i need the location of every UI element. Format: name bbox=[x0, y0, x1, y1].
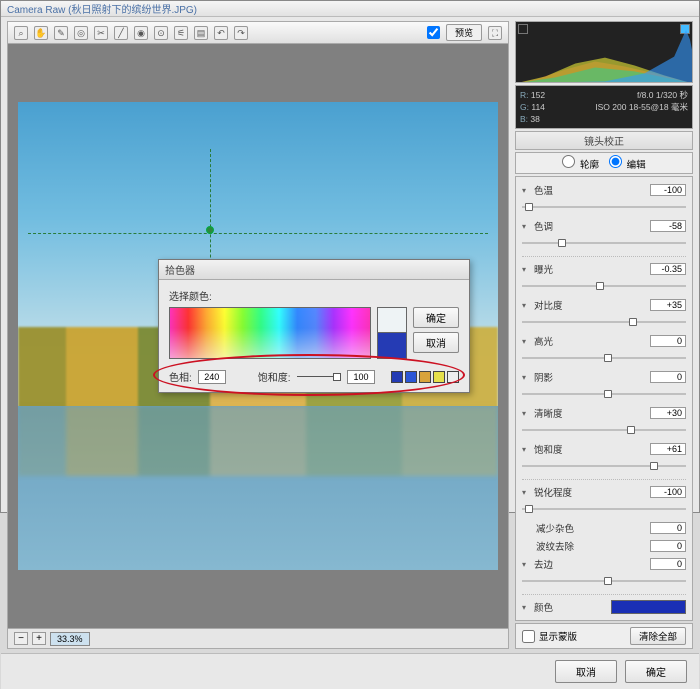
picker-sat-slider[interactable] bbox=[297, 373, 341, 381]
crop-tool-icon[interactable]: ✂ bbox=[94, 26, 108, 40]
straighten-tool-icon[interactable]: ╱ bbox=[114, 26, 128, 40]
left-panel: ⌕ ✋ ✎ ◎ ✂ ╱ ◉ ⊙ ⚟ ▤ ↶ ↷ 预览 ⛶ bbox=[7, 21, 509, 649]
label-exposure: 曝光 bbox=[534, 262, 646, 276]
swatch[interactable] bbox=[433, 371, 445, 383]
slider-highlights[interactable] bbox=[522, 354, 686, 362]
picker-current-color bbox=[377, 333, 407, 359]
slider-sharpness[interactable] bbox=[522, 505, 686, 513]
picker-sat-field[interactable]: 100 bbox=[347, 370, 375, 384]
value-temp[interactable]: -100 bbox=[650, 184, 686, 196]
zoom-in-icon[interactable]: + bbox=[32, 632, 46, 645]
label-defringe: 去边 bbox=[534, 557, 646, 571]
info-g: 114 bbox=[531, 102, 545, 112]
cancel-button[interactable]: 取消 bbox=[555, 660, 617, 683]
window-titlebar: Camera Raw (秋日照射下的缤纷世界.JPG) bbox=[1, 1, 699, 17]
value-tint[interactable]: -58 bbox=[650, 220, 686, 232]
slider-group: ▾色温-100 ▾色调-58 ▾曝光-0.35 ▾对比度+35 ▾高光0 ▾阴影… bbox=[515, 176, 693, 621]
mask-row: 显示蒙版 清除全部 bbox=[515, 623, 693, 649]
rotate-cw-icon[interactable]: ↷ bbox=[234, 26, 248, 40]
right-panel: R: 152 G: 114 B: 38 f/8.0 1/320 秒 ISO 20… bbox=[515, 21, 693, 649]
value-highlights[interactable]: 0 bbox=[650, 335, 686, 347]
label-nr: 减少杂色 bbox=[536, 521, 646, 535]
show-mask-checkbox[interactable] bbox=[522, 630, 535, 643]
zoom-field[interactable]: 33.3% bbox=[50, 632, 90, 646]
info-b: 38 bbox=[530, 114, 539, 124]
tint-color-swatch[interactable] bbox=[611, 600, 686, 614]
value-contrast[interactable]: +35 bbox=[650, 299, 686, 311]
window-title: Camera Raw (秋日照射下的缤纷世界.JPG) bbox=[7, 1, 197, 16]
slider-defringe[interactable] bbox=[522, 577, 686, 585]
info-r: 152 bbox=[531, 90, 545, 100]
label-temp: 色温 bbox=[534, 183, 646, 197]
picker-new-color bbox=[377, 307, 407, 333]
show-mask-label: 显示蒙版 bbox=[539, 629, 577, 643]
rotate-ccw-icon[interactable]: ↶ bbox=[214, 26, 228, 40]
label-tint: 色调 bbox=[534, 219, 646, 233]
slider-contrast[interactable] bbox=[522, 318, 686, 326]
redeye-tool-icon[interactable]: ⊙ bbox=[154, 26, 168, 40]
fullscreen-icon[interactable]: ⛶ bbox=[488, 26, 502, 40]
info-lens: ISO 200 18-55@18 毫米 bbox=[595, 102, 688, 112]
picker-color-preview bbox=[377, 307, 407, 359]
swatch[interactable] bbox=[391, 371, 403, 383]
image-preview[interactable]: 拾色器 选择颜色: 确定 取消 bbox=[8, 44, 508, 628]
slider-tint[interactable] bbox=[522, 239, 686, 247]
info-exposure: f/8.0 1/320 秒 bbox=[637, 90, 688, 100]
zoom-tool-icon[interactable]: ⌕ bbox=[14, 26, 28, 40]
label-contrast: 对比度 bbox=[534, 298, 646, 312]
panel-title: 镜头校正 bbox=[515, 131, 693, 150]
value-saturation[interactable]: +61 bbox=[650, 443, 686, 455]
spot-tool-icon[interactable]: ◉ bbox=[134, 26, 148, 40]
swatch[interactable] bbox=[447, 371, 459, 383]
color-sampler-icon[interactable]: ◎ bbox=[74, 26, 88, 40]
label-clarity: 清晰度 bbox=[534, 406, 646, 420]
preview-toggle[interactable] bbox=[427, 26, 440, 39]
label-moire: 波纹去除 bbox=[536, 539, 646, 553]
picker-cancel-button[interactable]: 取消 bbox=[413, 332, 459, 353]
value-exposure[interactable]: -0.35 bbox=[650, 263, 686, 275]
slider-exposure[interactable] bbox=[522, 282, 686, 290]
dialog-buttons: 取消 确定 bbox=[1, 653, 699, 689]
clear-all-button[interactable]: 清除全部 bbox=[630, 627, 686, 645]
value-nr[interactable]: 0 bbox=[650, 522, 686, 534]
label-highlights: 高光 bbox=[534, 334, 646, 348]
hand-tool-icon[interactable]: ✋ bbox=[34, 26, 48, 40]
picker-sat-label: 饱和度: bbox=[258, 369, 291, 384]
value-shadows[interactable]: 0 bbox=[650, 371, 686, 383]
gradient-tool-icon[interactable]: ▤ bbox=[194, 26, 208, 40]
value-defringe[interactable]: 0 bbox=[650, 558, 686, 570]
eyedropper-icon[interactable]: ✎ bbox=[54, 26, 68, 40]
zoom-bar: − + 33.3% bbox=[8, 628, 508, 648]
histogram bbox=[515, 21, 693, 83]
slider-temp[interactable] bbox=[522, 203, 686, 211]
value-moire[interactable]: 0 bbox=[650, 540, 686, 552]
zoom-out-icon[interactable]: − bbox=[14, 632, 28, 645]
preview-label: 预览 bbox=[446, 24, 482, 41]
picker-title: 拾色器 bbox=[159, 260, 469, 280]
info-readout: R: 152 G: 114 B: 38 f/8.0 1/320 秒 ISO 20… bbox=[515, 85, 693, 129]
slider-saturation[interactable] bbox=[522, 462, 686, 470]
color-picker-dialog: 拾色器 选择颜色: 确定 取消 bbox=[158, 259, 470, 393]
slider-clarity[interactable] bbox=[522, 426, 686, 434]
toolbar: ⌕ ✋ ✎ ◎ ✂ ╱ ◉ ⊙ ⚟ ▤ ↶ ↷ 预览 ⛶ bbox=[8, 22, 508, 44]
label-shadows: 阴影 bbox=[534, 370, 646, 384]
picker-swatches bbox=[391, 371, 459, 383]
slider-shadows[interactable] bbox=[522, 390, 686, 398]
ok-button[interactable]: 确定 bbox=[625, 660, 687, 683]
swatch[interactable] bbox=[419, 371, 431, 383]
picker-ok-button[interactable]: 确定 bbox=[413, 307, 459, 328]
swatch[interactable] bbox=[405, 371, 417, 383]
label-color: 颜色 bbox=[534, 600, 607, 614]
value-clarity[interactable]: +30 bbox=[650, 407, 686, 419]
picker-hue-field[interactable]: 240 bbox=[198, 370, 226, 384]
adjust-brush-icon[interactable]: ⚟ bbox=[174, 26, 188, 40]
picker-spectrum[interactable] bbox=[169, 307, 371, 359]
picker-select-label: 选择颜色: bbox=[169, 288, 459, 303]
picker-hue-label: 色相: bbox=[169, 369, 192, 384]
panel-mode-radio: 轮廓 编辑 bbox=[515, 152, 693, 174]
value-sharpness[interactable]: -100 bbox=[650, 486, 686, 498]
label-saturation: 饱和度 bbox=[534, 442, 646, 456]
label-sharpness: 锐化程度 bbox=[534, 485, 646, 499]
straighten-guide-h bbox=[28, 233, 489, 234]
